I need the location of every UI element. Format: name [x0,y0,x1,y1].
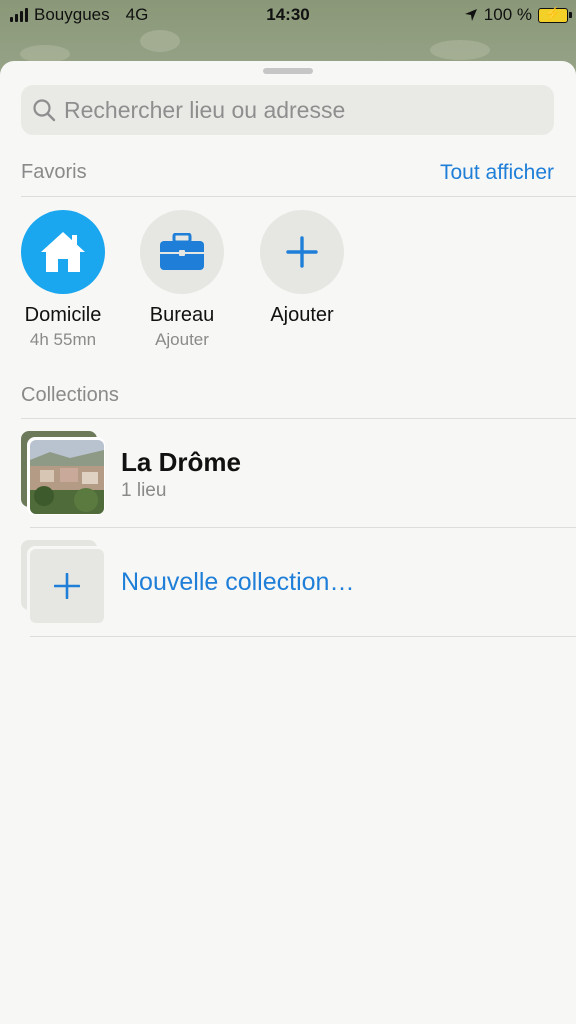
favorite-name: Ajouter [270,304,334,326]
battery-percent: 100 % [483,5,532,24]
favorite-work[interactable]: Bureau Ajouter [122,210,242,350]
favorite-sub: Ajouter [155,330,209,349]
favorite-sub: 4h 55mn [29,330,97,349]
favorite-home[interactable]: Domicile 4h 55mn [3,210,123,350]
show-all-link[interactable]: Tout afficher [440,161,554,185]
divider [21,196,576,197]
collection-row[interactable]: La Drôme 1 lieu [0,419,576,527]
favorite-name: Domicile [24,304,102,326]
battery-icon: ⚡ [538,6,572,23]
briefcase-icon [160,233,204,270]
search-input[interactable] [62,95,536,125]
new-collection-thumbnail [21,540,105,624]
plus-icon [286,236,318,268]
location-arrow-icon [464,9,477,21]
collections-title: Collections [21,384,119,406]
divider [30,636,576,637]
sheet-grabber[interactable] [263,68,313,74]
work-circle[interactable] [140,210,224,294]
home-circle[interactable] [21,210,105,294]
collection-count: 1 lieu [121,480,167,501]
add-circle[interactable] [260,210,344,294]
search-icon [32,98,56,122]
new-collection-row[interactable]: Nouvelle collection… [0,528,576,636]
favorites-title: Favoris [21,161,87,183]
search-bar[interactable] [21,85,554,135]
plus-icon [54,573,80,599]
home-icon [41,232,85,272]
status-bar: Bouygues 4G 14:30 100 % ⚡ [0,0,576,30]
new-collection-label[interactable]: Nouvelle collection… [121,568,354,597]
bottom-sheet: Favoris Tout afficher Domicile 4h 55mn B… [0,61,576,1024]
favorite-add[interactable]: Ajouter [242,210,362,330]
collection-thumbnail [21,431,105,515]
favorite-name: Bureau [149,304,215,326]
collection-title: La Drôme [121,447,241,477]
